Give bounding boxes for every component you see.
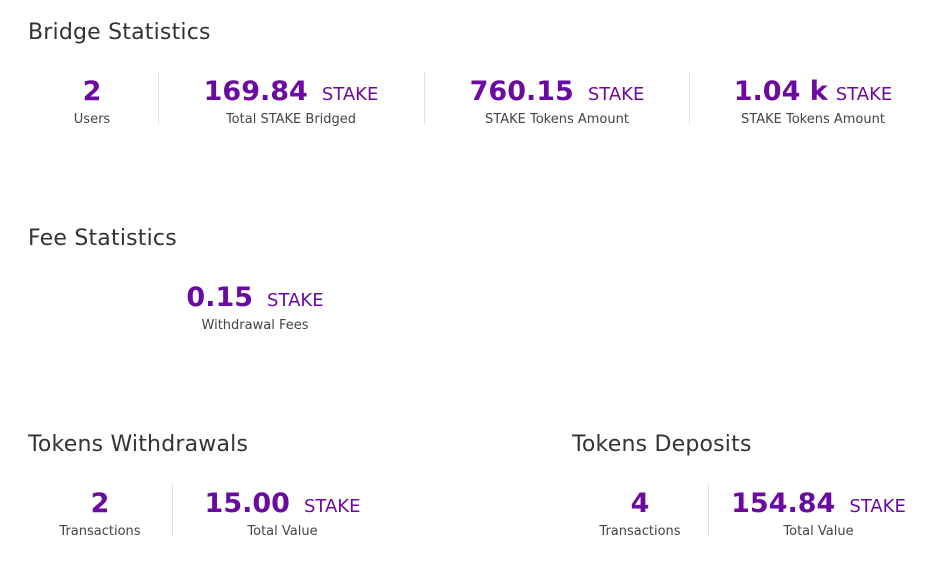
tokens-deposits-title: Tokens Deposits (572, 432, 752, 457)
stat-label: Transactions (59, 524, 141, 539)
stat-total-stake-bridged: 169.84 STAKE Total STAKE Bridged (176, 72, 406, 127)
divider (708, 484, 709, 536)
stat-users: 2 Users (42, 72, 142, 127)
stat-unit: STAKE (267, 290, 324, 311)
stats-page: Bridge Statistics 2 Users 169.84 STAKE To… (0, 0, 926, 567)
stat-unit: STAKE (835, 84, 893, 105)
stat-value: 4 (630, 488, 650, 519)
fee-statistics-title: Fee Statistics (28, 226, 177, 251)
stat-withdrawal-fees: 0.15 STAKE Withdrawal Fees (150, 278, 360, 333)
divider (689, 72, 690, 124)
divider (424, 72, 425, 124)
stat-value: 154.84 (731, 488, 836, 519)
stat-stake-tokens-amount-2: 1.04 k STAKE STAKE Tokens Amount (708, 72, 918, 127)
stat-deposit-transactions: 4 Transactions (580, 484, 700, 539)
stat-unit: STAKE (587, 84, 645, 105)
stat-value: 2 (82, 76, 102, 107)
tokens-withdrawals-title: Tokens Withdrawals (28, 432, 249, 457)
stat-unit: STAKE (321, 84, 379, 105)
stat-value: 2 (90, 488, 110, 519)
stat-label: Total Value (783, 524, 854, 539)
bridge-statistics-title: Bridge Statistics (28, 20, 211, 45)
stat-unit: STAKE (303, 496, 361, 517)
stat-label: STAKE Tokens Amount (485, 112, 629, 127)
stat-unit: STAKE (849, 496, 906, 517)
stat-withdrawal-total-value: 15.00 STAKE Total Value (180, 484, 385, 539)
stat-label: Withdrawal Fees (201, 318, 309, 333)
stat-value: 169.84 (203, 76, 308, 107)
stat-withdrawal-transactions: 2 Transactions (40, 484, 160, 539)
stat-label: STAKE Tokens Amount (741, 112, 885, 127)
stat-value: 0.15 (186, 282, 254, 313)
divider (158, 72, 159, 124)
stat-value: 15.00 (204, 488, 290, 519)
stat-label: Total Value (247, 524, 318, 539)
stat-label: Transactions (599, 524, 681, 539)
stat-label: Users (73, 112, 111, 127)
divider (172, 484, 173, 536)
stat-value: 760.15 (469, 76, 574, 107)
stat-label: Total STAKE Bridged (225, 112, 357, 127)
stat-deposit-total-value: 154.84 STAKE Total Value (716, 484, 921, 539)
stat-value: 1.04 k (733, 76, 828, 107)
stat-stake-tokens-amount-1: 760.15 STAKE STAKE Tokens Amount (442, 72, 672, 127)
